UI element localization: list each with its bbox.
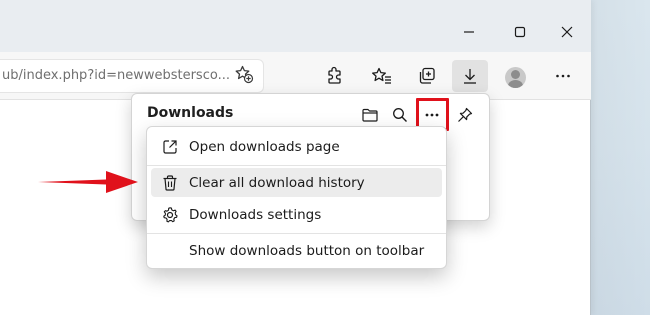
downloads-panel-title: Downloads (147, 105, 234, 121)
profile-avatar[interactable] (505, 67, 526, 88)
settings-more-button[interactable] (549, 62, 577, 90)
menu-item-label: Downloads settings (189, 206, 322, 223)
search-downloads-button[interactable] (388, 103, 412, 127)
open-folder-button[interactable] (358, 103, 382, 127)
maximize-button[interactable] (497, 20, 543, 44)
add-favorite-button[interactable] (231, 61, 257, 87)
minimize-button[interactable] (446, 20, 492, 44)
downloads-button[interactable] (452, 60, 488, 92)
open-external-icon (151, 138, 189, 156)
favorites-button[interactable] (368, 62, 396, 90)
settings-more-icon (556, 74, 570, 78)
downloads-icon (464, 69, 476, 84)
pin-icon (458, 107, 473, 122)
collections-icon (419, 67, 435, 84)
maximize-icon (514, 26, 526, 38)
menu-divider (147, 165, 446, 166)
address-text: ub/index.php?id=newwebstersco... (2, 68, 230, 83)
title-bar (0, 0, 591, 52)
extensions-button[interactable] (321, 62, 349, 90)
add-favorite-icon (235, 65, 254, 84)
favorites-icon (372, 67, 391, 84)
red-arrow-annotation (38, 171, 138, 193)
collections-button[interactable] (413, 62, 441, 90)
address-bar[interactable]: ub/index.php?id=newwebstersco... (0, 59, 264, 93)
menu-item-show-downloads-button[interactable]: Show downloads button on toolbar (151, 236, 442, 265)
gear-icon (151, 206, 189, 224)
menu-item-downloads-settings[interactable]: Downloads settings (151, 200, 442, 229)
folder-icon (362, 108, 378, 122)
menu-item-clear-all-download-history[interactable]: Clear all download history (151, 168, 442, 197)
minimize-icon (464, 31, 474, 33)
menu-divider (147, 233, 446, 234)
menu-item-label: Open downloads page (189, 138, 340, 155)
menu-item-label: Clear all download history (189, 174, 365, 191)
menu-item-label: Show downloads button on toolbar (189, 242, 425, 259)
menu-item-open-downloads-page[interactable]: Open downloads page (151, 132, 442, 161)
close-button[interactable] (544, 20, 590, 44)
search-icon (393, 108, 407, 122)
pin-button[interactable] (453, 103, 477, 127)
close-icon (561, 26, 573, 38)
trash-icon (151, 174, 189, 192)
extensions-icon (328, 66, 341, 84)
downloads-more-menu: Open downloads page Clear all download h… (146, 126, 447, 269)
